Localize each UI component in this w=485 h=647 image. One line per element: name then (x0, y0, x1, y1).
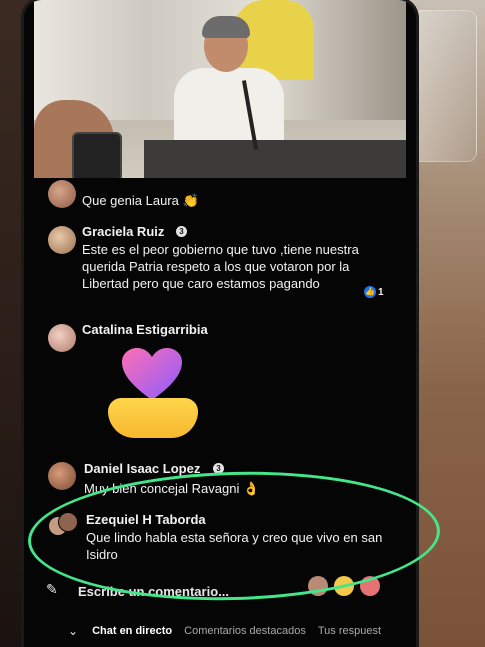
fan-badge: 3 (176, 226, 187, 237)
tab-your-replies[interactable]: Tus respuest (318, 625, 381, 637)
comment-composer: ✎ (34, 576, 406, 606)
thumbs-up-icon: 👍 (364, 286, 376, 298)
hand-icon (108, 398, 198, 438)
fan-badge: 3 (213, 463, 224, 474)
like-count-value: 1 (378, 286, 384, 298)
comment-text: Que genia Laura 👏 (82, 193, 199, 208)
comment-text: Que lindo habla esta señora y creo que v… (86, 530, 383, 562)
comment-author[interactable]: Catalina Estigarribia (82, 322, 208, 337)
avatar[interactable] (48, 226, 76, 254)
avatar-part (58, 512, 78, 532)
live-chat: Que genia Laura 👏 Graciela Ruiz 3 Este e… (34, 178, 406, 647)
heart-icon (122, 348, 182, 400)
avatar[interactable] (308, 576, 328, 596)
pencil-icon[interactable]: ✎ (46, 582, 60, 596)
heart-hands-sticker (108, 348, 208, 448)
comment-author[interactable]: Ezequiel H Taborda (86, 512, 206, 527)
emoji-reaction-icon[interactable] (360, 576, 380, 596)
reaction-bar (308, 576, 380, 596)
video-phone (72, 132, 122, 178)
comment-text: Muy bien concejal Ravagni 👌 (84, 481, 260, 496)
background-right (405, 0, 485, 647)
comment-author[interactable]: Graciela Ruiz (82, 224, 164, 239)
comment-text: Este es el peor gobierno que tuvo ,tiene… (82, 242, 359, 291)
avatar[interactable] (48, 512, 78, 540)
emoji-reaction-icon[interactable] (334, 576, 354, 596)
video-desk (144, 140, 406, 178)
like-count[interactable]: 👍 1 (364, 286, 384, 298)
glass-object (411, 10, 477, 162)
comment-input[interactable] (78, 580, 278, 602)
avatar[interactable] (48, 324, 76, 352)
tab-featured-comments[interactable]: Comentarios destacados (184, 625, 306, 637)
chat-tabs: ⌄ Chat en directo Comentarios destacados… (34, 618, 406, 644)
speaker-hair (202, 16, 250, 38)
tab-live-chat[interactable]: Chat en directo (92, 625, 172, 637)
chevron-down-icon[interactable]: ⌄ (68, 624, 78, 638)
live-video[interactable] (34, 0, 406, 178)
phone-screen: Que genia Laura 👏 Graciela Ruiz 3 Este e… (24, 0, 416, 647)
avatar[interactable] (48, 462, 76, 490)
avatar[interactable] (48, 180, 76, 208)
comment-author[interactable]: Daniel Isaac Lopez (84, 461, 200, 476)
